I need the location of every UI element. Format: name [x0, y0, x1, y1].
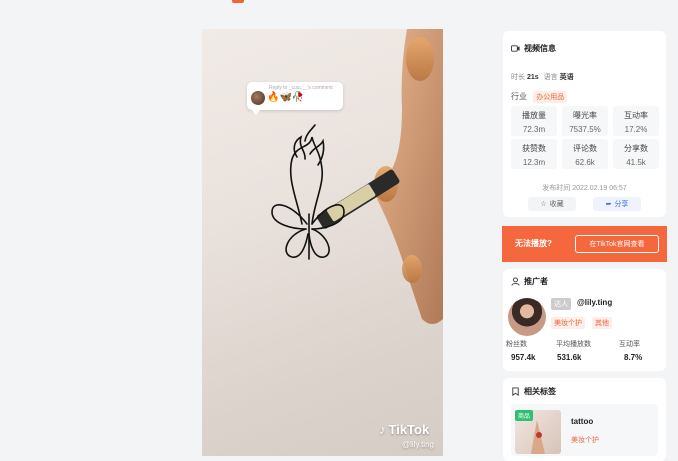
related-tags-title: 相关标签 — [511, 386, 556, 397]
stat-label: 播放量 — [522, 111, 546, 120]
stat-label: 分享数 — [624, 144, 648, 153]
stat-engagement-rate: 互动率 17.2% — [613, 106, 659, 136]
duration-label: 时长 — [511, 74, 525, 81]
promoter-name[interactable]: @lily.ting — [577, 298, 612, 307]
promoter-engagement-label: 互动率 — [619, 341, 640, 348]
related-tags-heading: 相关标签 — [524, 387, 556, 396]
video-icon — [511, 45, 520, 52]
favorite-button[interactable]: ☆ 收藏 — [528, 197, 576, 211]
publish-time: 发布时间 2022.02.19 06:57 — [542, 185, 627, 192]
stat-value: 12.3m — [522, 158, 546, 167]
video-info-title: 视频信息 — [511, 43, 556, 54]
stat-value: 62.6k — [575, 158, 595, 167]
stat-shares: 分享数 41.5k — [613, 139, 659, 169]
video-info-card: 视频信息 时长 21s 语言 英语 行业 办公用品 播放量 72.3m 曝光率 75… — [503, 31, 666, 217]
industry-line: 行业 办公用品 — [511, 91, 568, 103]
stat-label: 互动率 — [624, 111, 648, 120]
stat-exposure-rate: 曝光率 7537.5% — [562, 106, 608, 136]
tag-name: tattoo — [571, 417, 594, 426]
top-accent-bar — [232, 0, 244, 3]
comment-reply-text: Reply to _cucc__'s comment — [269, 85, 333, 91]
avg-views-value: 531.6k — [557, 353, 582, 362]
creator-badge: 达人 — [551, 298, 571, 310]
cannot-play-text: 无法播放? — [515, 239, 552, 248]
stat-label: 曝光率 — [573, 111, 597, 120]
language-label: 语言 — [543, 74, 558, 81]
video-info-heading: 视频信息 — [524, 44, 556, 53]
cannot-play-banner: 无法播放? 在TikTok官网查看 — [502, 226, 667, 262]
product-badge: 商品 — [515, 410, 534, 421]
stat-label: 获赞数 — [522, 144, 546, 153]
followers-value: 957.4k — [511, 353, 536, 362]
tiktok-brand-text: TikTok — [388, 422, 430, 437]
stat-value: 17.2% — [624, 125, 648, 134]
share-arrow-icon: ➦ — [605, 201, 612, 208]
commenter-avatar — [251, 91, 265, 105]
comment-emojis: 🔥🦋🥀 — [267, 92, 305, 103]
promoter-card: 推广者 达人 @lily.ting 美妆个护 其他 粉丝数 平均播放数 互动率 … — [503, 269, 666, 371]
video-creator-handle: @lily.ting — [402, 440, 434, 449]
followers-label: 粉丝数 — [506, 341, 527, 348]
duration-language-line: 时长 21s 语言 英语 — [511, 72, 577, 82]
comment-reply-bubble: Reply to _cucc__'s comment 🔥🦋🥀 — [247, 82, 343, 115]
tiktok-watermark: ♪ TikTok — [379, 422, 429, 437]
language-value: 英语 — [559, 74, 574, 81]
user-icon — [511, 277, 520, 286]
stat-likes: 获赞数 12.3m — [511, 139, 557, 169]
industry-tag[interactable]: 办公用品 — [533, 91, 568, 103]
industry-label: 行业 — [511, 92, 527, 101]
stat-value: 72.3m — [522, 125, 546, 134]
promoter-category-tag[interactable]: 其他 — [592, 317, 612, 329]
stat-views: 播放量 72.3m — [511, 106, 557, 136]
view-on-tiktok-button[interactable]: 在TikTok官网查看 — [575, 235, 659, 253]
favorite-label: 收藏 — [549, 201, 564, 208]
duration-value: 21s — [527, 74, 539, 81]
stat-value: 41.5k — [626, 158, 646, 167]
stat-label: 评论数 — [573, 144, 597, 153]
bookmark-icon — [512, 387, 519, 396]
promoter-title: 推广者 — [511, 276, 548, 287]
promoter-avatar[interactable] — [508, 298, 546, 336]
avg-views-label: 平均播放数 — [556, 341, 591, 348]
tag-item[interactable]: 商品 tattoo 美妆个护 — [511, 404, 658, 456]
tiktok-logo-icon: ♪ — [379, 422, 386, 437]
promoter-heading: 推广者 — [524, 277, 548, 286]
star-icon: ☆ — [540, 201, 547, 208]
share-button[interactable]: ➦ 分享 — [593, 197, 641, 211]
stat-comments: 评论数 62.6k — [562, 139, 608, 169]
promoter-engagement-value: 8.7% — [624, 353, 643, 362]
video-player[interactable]: Reply to _cucc__'s comment 🔥🦋🥀 ♪ TikTok … — [202, 29, 443, 456]
tag-category: 美妆个护 — [571, 437, 599, 444]
video-stats-grid: 播放量 72.3m 曝光率 7537.5% 互动率 17.2% 获赞数 12.3… — [511, 106, 659, 169]
stat-value: 7537.5% — [569, 125, 601, 134]
share-label: 分享 — [614, 201, 629, 208]
promoter-category-tag[interactable]: 美妆个护 — [551, 317, 585, 329]
related-tags-card: 相关标签 商品 tattoo 美妆个护 — [503, 378, 666, 461]
